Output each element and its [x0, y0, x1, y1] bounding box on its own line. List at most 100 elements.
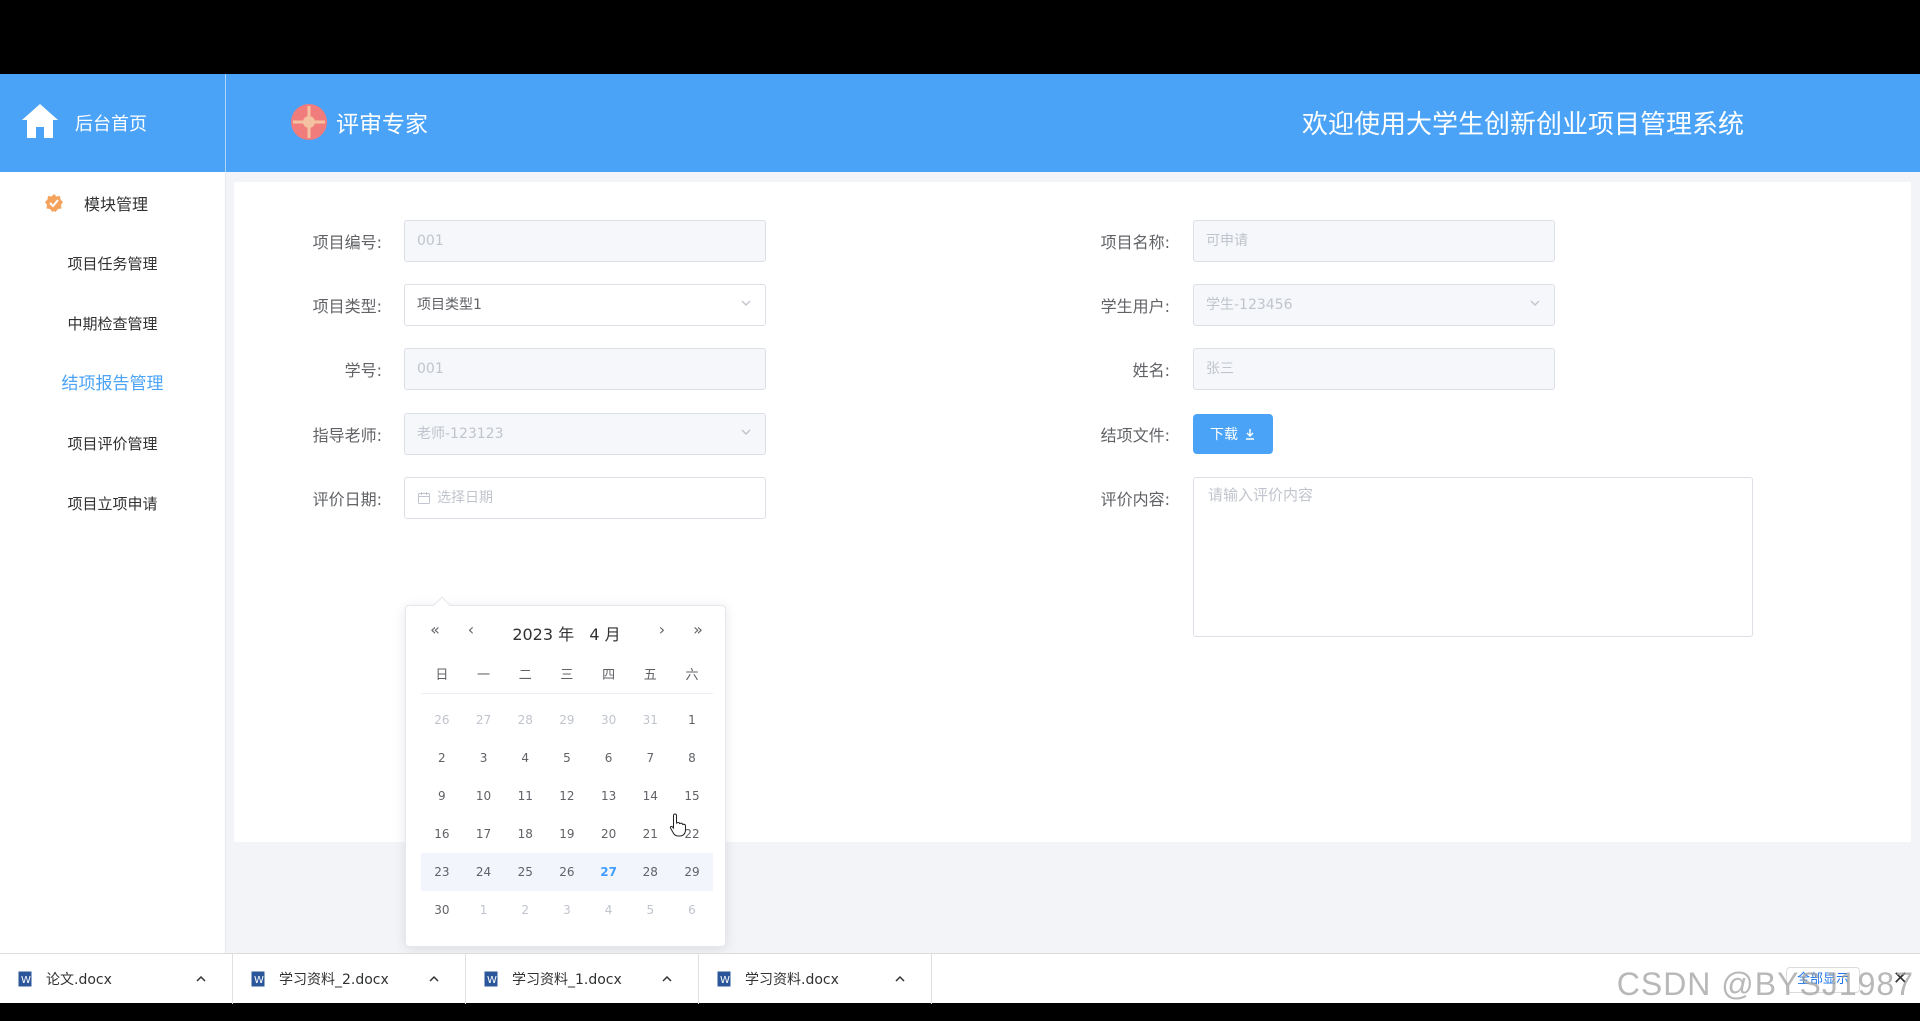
- home-icon: [22, 104, 58, 138]
- eval-date-label: 评价日期:: [312, 490, 382, 509]
- calendar-day[interactable]: 9: [421, 789, 463, 803]
- calendar-day[interactable]: 31: [629, 713, 671, 727]
- calendar-day[interactable]: 26: [546, 865, 588, 879]
- project-type-label: 项目类型:: [312, 297, 382, 316]
- sidebar-item-task-management[interactable]: 项目任务管理: [0, 234, 225, 294]
- calendar-day[interactable]: 14: [629, 789, 671, 803]
- calendar-day[interactable]: 13: [588, 789, 630, 803]
- sidebar-item-final-report[interactable]: 结项报告管理: [0, 354, 225, 414]
- calendar-day[interactable]: 5: [546, 751, 588, 765]
- svg-text:W: W: [21, 975, 31, 986]
- project-no-input[interactable]: 001: [404, 220, 766, 262]
- weekday-label: 一: [477, 668, 491, 683]
- sidebar-item-project-application[interactable]: 项目立项申请: [0, 474, 225, 534]
- expert-avatar-icon: [291, 104, 327, 140]
- svg-text:W: W: [720, 975, 730, 986]
- calendar-day[interactable]: 6: [671, 903, 713, 917]
- project-type-select[interactable]: 项目类型1: [404, 284, 766, 326]
- project-no-label: 项目编号:: [312, 233, 382, 252]
- sidebar-item-midterm-check[interactable]: 中期检查管理: [0, 294, 225, 354]
- student-user-label: 学生用户:: [1100, 297, 1170, 316]
- calendar-day[interactable]: 5: [629, 903, 671, 917]
- word-doc-icon: W: [18, 971, 32, 987]
- home-label: 后台首页: [75, 114, 147, 135]
- calendar-day[interactable]: 26: [421, 713, 463, 727]
- calendar-week: 30 1 2 3 4 5 6: [421, 891, 713, 929]
- calendar-day[interactable]: 1: [463, 903, 505, 917]
- calendar-day[interactable]: 23: [421, 865, 463, 879]
- download-item[interactable]: W 学习资料.docx: [699, 954, 932, 1004]
- calendar-day[interactable]: 11: [504, 789, 546, 803]
- download-item[interactable]: W 学习资料_2.docx: [233, 954, 466, 1004]
- calendar-day[interactable]: 1: [671, 713, 713, 727]
- calendar-day[interactable]: 8: [671, 751, 713, 765]
- calendar-day[interactable]: 15: [671, 789, 713, 803]
- calendar-day[interactable]: 4: [504, 751, 546, 765]
- next-year-button[interactable]: »: [688, 620, 708, 639]
- chevron-up-icon[interactable]: [194, 972, 208, 986]
- calendar-day[interactable]: 7: [629, 751, 671, 765]
- chevron-up-icon[interactable]: [427, 972, 441, 986]
- role-indicator: 评审专家: [290, 101, 428, 143]
- student-user-value: 学生-123456: [1206, 297, 1293, 313]
- chevron-up-icon[interactable]: [660, 972, 674, 986]
- role-label: 评审专家: [336, 112, 428, 138]
- download-icon: [1246, 429, 1254, 440]
- download-item[interactable]: W 学习资料_1.docx: [466, 954, 699, 1004]
- calendar-day[interactable]: 28: [504, 713, 546, 727]
- date-picker-popup: « ‹ 2023 年 4 月 › » 日 一 二 三 四 五 六 26 27 2…: [405, 596, 726, 947]
- sidebar-item-project-evaluation[interactable]: 项目评价管理: [0, 414, 225, 474]
- project-name-input[interactable]: 可申请: [1193, 220, 1555, 262]
- weekday-header: 日 一 二 三 四 五 六: [421, 664, 713, 694]
- calendar-day[interactable]: 20: [588, 827, 630, 841]
- advisor-value: 老师-123123: [417, 426, 504, 442]
- calendar-day[interactable]: 12: [546, 789, 588, 803]
- menu-group-label: 模块管理: [84, 195, 149, 214]
- calendar-day[interactable]: 16: [421, 827, 463, 841]
- picker-year[interactable]: 2023 年: [512, 625, 574, 644]
- calendar-day[interactable]: 29: [546, 713, 588, 727]
- calendar-day[interactable]: 30: [588, 713, 630, 727]
- weekday-label: 六: [685, 668, 699, 683]
- download-item[interactable]: W 论文.docx: [0, 954, 233, 1004]
- student-id-input[interactable]: 001: [404, 348, 766, 390]
- weekday-label: 三: [560, 668, 574, 683]
- calendar-day[interactable]: 24: [463, 865, 505, 879]
- calendar-day[interactable]: 4: [588, 903, 630, 917]
- calendar-day[interactable]: 3: [463, 751, 505, 765]
- calendar-day[interactable]: 2: [504, 903, 546, 917]
- calendar-day[interactable]: 6: [588, 751, 630, 765]
- download-button[interactable]: 下载: [1193, 414, 1273, 454]
- calendar-day[interactable]: 27: [463, 713, 505, 727]
- name-input[interactable]: 张三: [1193, 348, 1555, 390]
- calendar-week: 9 10 11 12 13 14 15: [421, 777, 713, 815]
- watermark: CSDN @BYSJ1987: [1616, 966, 1914, 1002]
- student-user-select[interactable]: 学生-123456: [1193, 284, 1555, 326]
- eval-content-textarea[interactable]: 请输入评价内容: [1193, 477, 1753, 637]
- system-title: 欢迎使用大学生创新创业项目管理系统: [1301, 110, 1744, 140]
- calendar-day[interactable]: 3: [546, 903, 588, 917]
- calendar-day[interactable]: 19: [546, 827, 588, 841]
- student-id-label: 学号:: [344, 361, 382, 380]
- calendar-day[interactable]: 18: [504, 827, 546, 841]
- picker-month[interactable]: 4 月: [589, 625, 620, 644]
- calendar-day-today[interactable]: 27: [588, 865, 630, 879]
- advisor-select[interactable]: 老师-123123: [404, 413, 766, 455]
- eval-content-label: 评价内容:: [1100, 490, 1170, 509]
- eval-date-picker-input[interactable]: 选择日期: [404, 477, 766, 519]
- calendar-day[interactable]: 25: [504, 865, 546, 879]
- calendar-day[interactable]: 10: [463, 789, 505, 803]
- calendar-day[interactable]: 29: [671, 865, 713, 879]
- sidebar: 模块管理 项目任务管理 中期检查管理 结项报告管理 项目评价管理 项目立项申请: [0, 172, 226, 953]
- home-link[interactable]: 后台首页: [0, 74, 226, 172]
- calendar-day[interactable]: 30: [421, 903, 463, 917]
- top-header: 后台首页 评审专家 欢迎使用大学生创新创业项目管理系统: [0, 74, 1920, 172]
- next-month-button[interactable]: ›: [652, 620, 672, 639]
- chevron-up-icon[interactable]: [893, 972, 907, 986]
- calendar-day[interactable]: 21: [629, 827, 671, 841]
- menu-group-module-management[interactable]: 模块管理: [0, 172, 225, 234]
- calendar-day[interactable]: 2: [421, 751, 463, 765]
- hand-cursor-icon: [669, 813, 686, 837]
- calendar-day[interactable]: 17: [463, 827, 505, 841]
- calendar-day[interactable]: 28: [629, 865, 671, 879]
